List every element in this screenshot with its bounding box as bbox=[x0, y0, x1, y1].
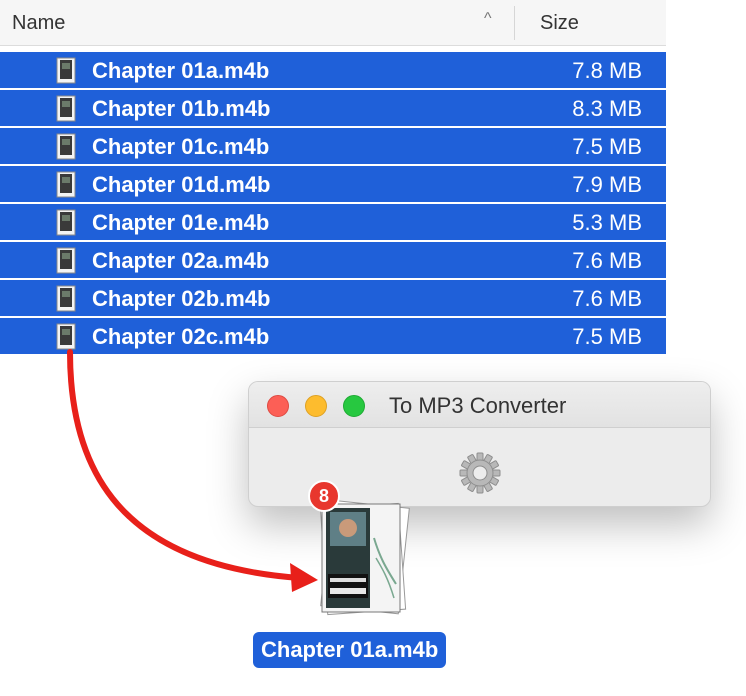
file-size: 8.3 MB bbox=[572, 96, 642, 121]
file-row[interactable]: Chapter 01d.m4b 7.9 MB bbox=[0, 166, 666, 204]
file-row[interactable]: Chapter 01e.m4b 5.3 MB bbox=[0, 204, 666, 242]
audiobook-file-icon bbox=[56, 95, 76, 122]
drag-file-label: Chapter 01a.m4b bbox=[253, 632, 447, 668]
zoom-window-button[interactable] bbox=[343, 395, 365, 417]
audiobook-file-icon bbox=[56, 57, 76, 84]
window-titlebar[interactable]: To MP3 Converter bbox=[249, 382, 710, 428]
file-name: Chapter 02b.m4b bbox=[92, 286, 271, 311]
file-size: 7.6 MB bbox=[572, 248, 642, 273]
file-size: 7.9 MB bbox=[572, 172, 642, 197]
audiobook-cover-stack-icon bbox=[319, 499, 410, 616]
audiobook-file-icon bbox=[56, 323, 76, 350]
size-column-header[interactable]: Size bbox=[540, 12, 579, 35]
window-title: To MP3 Converter bbox=[389, 393, 567, 418]
list-header: Name ^ Size bbox=[0, 0, 666, 46]
file-size: 5.3 MB bbox=[572, 210, 642, 235]
audiobook-file-icon bbox=[56, 209, 76, 236]
audiobook-file-icon bbox=[56, 247, 76, 274]
file-row[interactable]: Chapter 01a.m4b 7.8 MB bbox=[0, 52, 666, 90]
sort-ascending-icon[interactable]: ^ bbox=[484, 10, 492, 28]
file-name: Chapter 02a.m4b bbox=[92, 248, 270, 273]
finder-list-view: Name ^ Size Chapter 01a.m4b 7.8 MB Chapt… bbox=[0, 0, 666, 356]
file-size: 7.6 MB bbox=[572, 286, 642, 311]
file-name: Chapter 01a.m4b bbox=[92, 58, 270, 83]
file-row[interactable]: Chapter 01b.m4b 8.3 MB bbox=[0, 90, 666, 128]
audiobook-file-icon bbox=[56, 171, 76, 198]
file-name: Chapter 01d.m4b bbox=[92, 172, 271, 197]
file-name: Chapter 01b.m4b bbox=[92, 96, 271, 121]
file-rows: Chapter 01a.m4b 7.8 MB Chapter 01b.m4b 8… bbox=[0, 52, 666, 356]
file-size: 7.5 MB bbox=[572, 134, 642, 159]
audiobook-file-icon bbox=[56, 285, 76, 312]
file-row[interactable]: Chapter 02b.m4b 7.6 MB bbox=[0, 280, 666, 318]
column-divider[interactable] bbox=[514, 6, 515, 40]
audiobook-file-icon bbox=[56, 133, 76, 160]
file-size: 7.5 MB bbox=[572, 324, 642, 349]
file-row[interactable]: Chapter 02a.m4b 7.6 MB bbox=[0, 242, 666, 280]
drag-count-badge: 8 bbox=[308, 480, 340, 512]
file-name: Chapter 02c.m4b bbox=[92, 324, 270, 349]
file-name: Chapter 01e.m4b bbox=[92, 210, 270, 235]
name-column-header[interactable]: Name bbox=[12, 12, 65, 35]
file-name: Chapter 01c.m4b bbox=[92, 134, 270, 159]
minimize-window-button[interactable] bbox=[305, 395, 327, 417]
gear-icon bbox=[459, 452, 501, 494]
file-size: 7.8 MB bbox=[572, 58, 642, 83]
file-row[interactable]: Chapter 02c.m4b 7.5 MB bbox=[0, 318, 666, 356]
file-row[interactable]: Chapter 01c.m4b 7.5 MB bbox=[0, 128, 666, 166]
close-window-button[interactable] bbox=[267, 395, 289, 417]
